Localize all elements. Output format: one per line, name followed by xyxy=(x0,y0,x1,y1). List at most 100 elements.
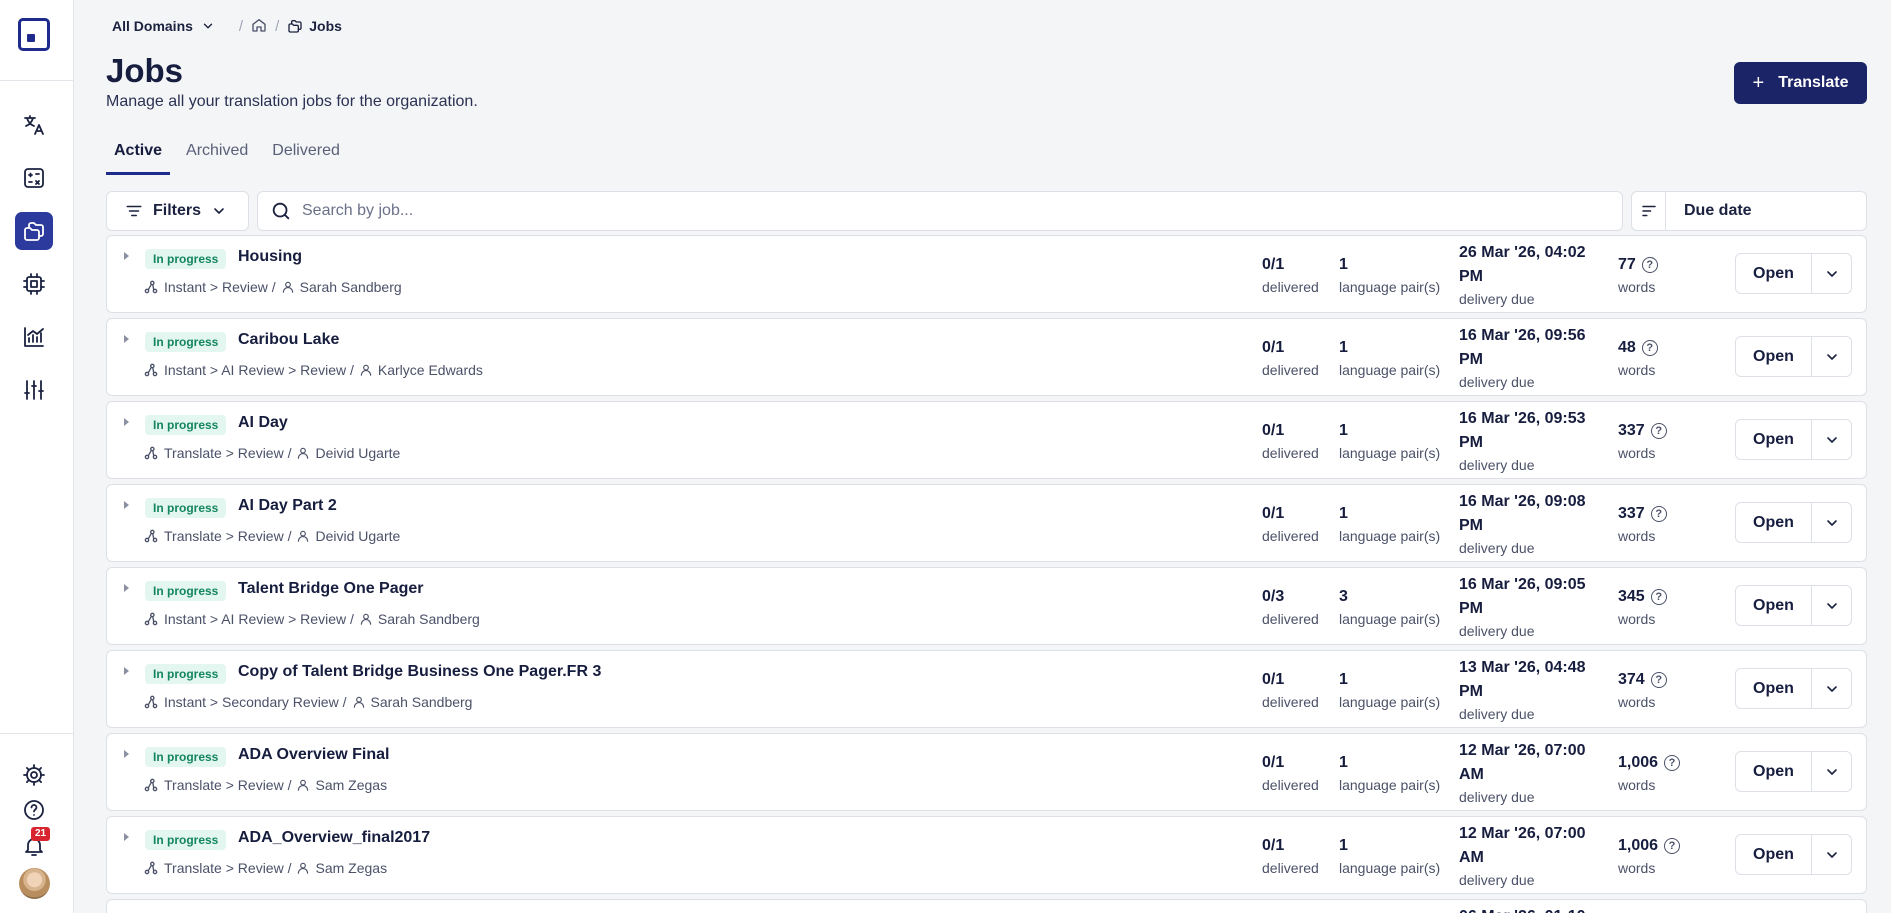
status-badge: In progress xyxy=(145,664,227,684)
job-workflow: Instant > AI Review > Review / Karlyce Ed… xyxy=(143,362,483,378)
due-label: delivery due xyxy=(1459,872,1535,888)
settings-sliders-icon[interactable] xyxy=(15,371,53,409)
help-icon[interactable]: ? xyxy=(1641,340,1658,356)
open-button[interactable]: Open xyxy=(1736,503,1812,542)
expand-caret-icon[interactable] xyxy=(124,335,129,343)
words-column: 374? words xyxy=(1618,668,1667,712)
help-icon[interactable]: ? xyxy=(1650,672,1667,688)
expand-caret-icon[interactable] xyxy=(124,501,129,509)
table-row[interactable]: In progress AI Day Translate > Review / Dei… xyxy=(106,401,1867,479)
table-row[interactable]: In progress Copy of Talent Bridge Busines… xyxy=(106,650,1867,728)
open-more-button[interactable] xyxy=(1812,586,1851,625)
sort-select[interactable]: Due date xyxy=(1665,191,1867,231)
pairs-column: 1 language pair(s) xyxy=(1339,751,1440,795)
chip-icon[interactable] xyxy=(15,265,53,303)
home-icon[interactable] xyxy=(251,17,267,36)
glossary-icon[interactable] xyxy=(15,159,53,197)
workflow-icon xyxy=(144,529,158,543)
open-button[interactable]: Open xyxy=(1736,669,1812,708)
open-more-button[interactable] xyxy=(1812,835,1851,874)
breadcrumb-separator: / xyxy=(275,17,280,35)
expand-caret-icon[interactable] xyxy=(124,833,129,841)
job-name[interactable]: Copy of Talent Bridge Business One Pager… xyxy=(238,663,601,681)
job-name[interactable]: Housing xyxy=(238,248,302,266)
job-name[interactable]: Caribou Lake xyxy=(238,331,339,349)
due-date-line2: PM xyxy=(1459,517,1483,534)
help-icon[interactable]: ? xyxy=(1650,423,1667,439)
open-more-button[interactable] xyxy=(1812,752,1851,791)
due-date-line1: 16 Mar '26, 09:56 xyxy=(1459,327,1586,344)
chevron-down-icon xyxy=(214,208,224,214)
pairs-label: language pair(s) xyxy=(1339,362,1441,378)
pairs-column: 1 language pair(s) xyxy=(1339,253,1440,297)
due-label: delivery due xyxy=(1459,540,1535,556)
open-more-button[interactable] xyxy=(1812,420,1851,459)
job-name[interactable]: ADA Overview Final xyxy=(238,746,389,764)
help-icon[interactable] xyxy=(15,791,53,829)
job-name[interactable]: Talent Bridge One Pager xyxy=(238,580,424,598)
job-name[interactable]: AI Day xyxy=(238,414,288,432)
table-row[interactable]: In progress Housing Instant > Review / Sara… xyxy=(106,235,1867,313)
workflow-steps: Instant > AI Review > Review / xyxy=(164,611,354,627)
expand-caret-icon[interactable] xyxy=(124,584,129,592)
tab-archived[interactable]: Archived xyxy=(178,140,256,175)
words-column: 48? words xyxy=(1618,336,1658,380)
delivered-label: delivered xyxy=(1262,611,1319,627)
job-name[interactable]: ADA_Overview_final2017 xyxy=(238,829,430,847)
domain-selector[interactable]: All Domains xyxy=(112,18,215,34)
table-row[interactable]: 06 Mar '26, 01:10 xyxy=(106,899,1867,913)
open-button[interactable]: Open xyxy=(1736,420,1812,459)
user-icon xyxy=(298,862,309,874)
tab-active[interactable]: Active xyxy=(106,140,171,175)
assignee-name: Karlyce Edwards xyxy=(377,362,483,378)
due-date-line2: AM xyxy=(1459,766,1484,783)
workflow-steps: Translate > Review / xyxy=(164,445,292,461)
translate-icon[interactable] xyxy=(15,106,53,144)
open-more-button[interactable] xyxy=(1812,254,1851,293)
user-icon xyxy=(298,779,309,791)
table-row[interactable]: In progress ADA Overview Final Translate >… xyxy=(106,733,1867,811)
open-button[interactable]: Open xyxy=(1736,752,1812,791)
open-button[interactable]: Open xyxy=(1736,835,1812,874)
analytics-icon[interactable] xyxy=(15,318,53,356)
help-icon[interactable]: ? xyxy=(1664,755,1681,771)
expand-caret-icon[interactable] xyxy=(124,418,129,426)
open-more-button[interactable] xyxy=(1812,503,1851,542)
translate-button[interactable]: + Translate xyxy=(1734,62,1867,104)
help-icon[interactable]: ? xyxy=(1650,506,1667,522)
avatar[interactable] xyxy=(19,868,50,899)
pairs-column: 1 language pair(s) xyxy=(1339,668,1440,712)
sort-direction-button[interactable] xyxy=(1631,191,1666,231)
chevron-down-icon xyxy=(1826,851,1837,858)
table-row[interactable]: In progress Talent Bridge One Pager Instan… xyxy=(106,567,1867,645)
open-more-button[interactable] xyxy=(1812,337,1851,376)
breadcrumb-separator: / xyxy=(238,17,244,35)
app-logo[interactable] xyxy=(18,18,50,51)
table-row[interactable]: In progress Caribou Lake Instant > AI Revi… xyxy=(106,318,1867,396)
search-input[interactable] xyxy=(302,202,1602,220)
job-name[interactable]: AI Day Part 2 xyxy=(238,497,337,515)
open-button[interactable]: Open xyxy=(1736,254,1812,293)
table-row[interactable]: In progress AI Day Part 2 Translate > Revi… xyxy=(106,484,1867,562)
workflow-icon xyxy=(144,612,158,626)
open-button[interactable]: Open xyxy=(1736,586,1812,625)
help-icon[interactable]: ? xyxy=(1664,838,1681,854)
pairs-label: language pair(s) xyxy=(1339,528,1441,544)
due-date-line1: 26 Mar '26, 04:02 xyxy=(1459,244,1586,261)
expand-caret-icon[interactable] xyxy=(124,252,129,260)
open-button[interactable]: Open xyxy=(1736,337,1812,376)
jobs-icon[interactable] xyxy=(15,212,53,250)
help-icon[interactable]: ? xyxy=(1641,257,1658,273)
gear-icon[interactable] xyxy=(15,756,53,794)
help-icon[interactable]: ? xyxy=(1650,589,1667,605)
tab-delivered[interactable]: Delivered xyxy=(264,140,348,175)
expand-caret-icon[interactable] xyxy=(124,750,129,758)
status-badge: In progress xyxy=(145,830,227,850)
expand-caret-icon[interactable] xyxy=(124,667,129,675)
pairs-label: language pair(s) xyxy=(1339,777,1441,793)
table-row[interactable]: In progress ADA_Overview_final2017 Transla… xyxy=(106,816,1867,894)
open-more-button[interactable] xyxy=(1812,669,1851,708)
open-button-group: Open xyxy=(1735,834,1852,875)
filters-button[interactable]: Filters xyxy=(106,191,249,231)
open-button-group: Open xyxy=(1735,419,1852,460)
